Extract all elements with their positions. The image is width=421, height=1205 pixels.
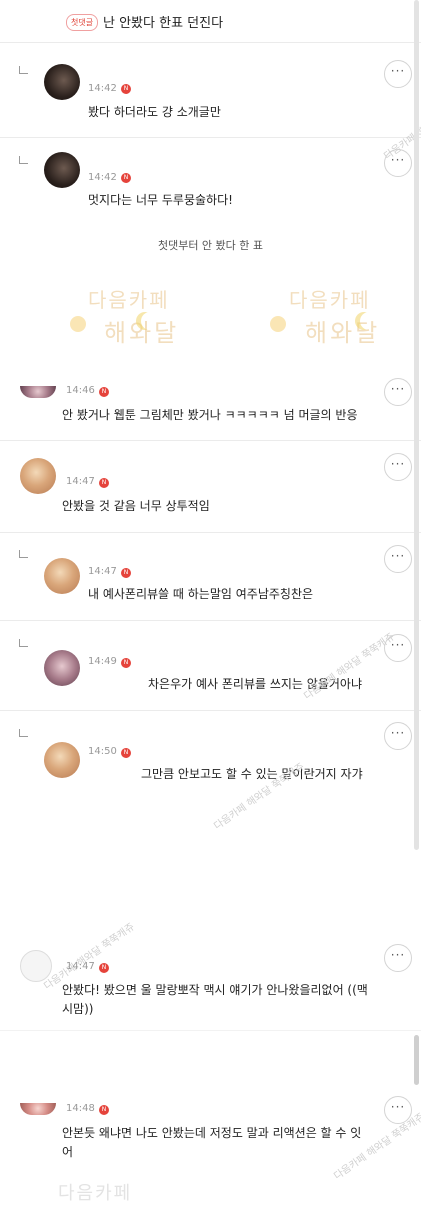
avatar[interactable] bbox=[44, 64, 80, 100]
scrollbar-thumb[interactable] bbox=[414, 1035, 419, 1085]
avatar[interactable] bbox=[44, 742, 80, 778]
comment-text: 봤다 하더라도 걍 소개글만 bbox=[88, 105, 221, 119]
comment-time: 14:47 bbox=[88, 566, 117, 577]
comment-time: 14:48 bbox=[66, 1103, 95, 1114]
new-badge: N bbox=[99, 478, 109, 488]
comment-time: 14:47 bbox=[66, 476, 95, 487]
comment-time: 14:46 bbox=[66, 385, 95, 396]
comment-time: 14:49 bbox=[88, 656, 117, 667]
avatar[interactable] bbox=[44, 152, 80, 188]
comment-text: 멋지다는 너무 두루뭉술하다! bbox=[88, 193, 233, 207]
moon-icon bbox=[360, 312, 378, 330]
new-badge: N bbox=[121, 658, 131, 668]
reply-arrow-icon bbox=[19, 729, 28, 737]
divider bbox=[0, 137, 421, 138]
image-caption: 첫댓부터 안 봤다 한 표 bbox=[157, 239, 264, 252]
new-badge: N bbox=[99, 1105, 109, 1115]
comment-text-line: 안봤다! 봤으면 울 말랑뽀작 맥시 얘기가 안나왔을리없어 ((맥 bbox=[62, 983, 368, 997]
reply-arrow-icon bbox=[19, 639, 28, 647]
more-options-button[interactable]: ··· bbox=[384, 944, 412, 972]
comment-header: 첫댓글 난 안봤다 한표 던진다 bbox=[0, 0, 421, 43]
avatar[interactable] bbox=[44, 558, 80, 594]
sun-icon bbox=[270, 316, 286, 332]
reply-arrow-icon bbox=[19, 550, 28, 558]
avatar[interactable] bbox=[20, 386, 56, 398]
comment-text: 내 예사폰리뷰쓸 때 하는말임 여주남주칭찬은 bbox=[88, 587, 314, 601]
watermark-logo: 다음카페 bbox=[58, 1183, 133, 1204]
comment-text-line: 어 bbox=[62, 1145, 74, 1159]
avatar[interactable] bbox=[20, 950, 52, 982]
new-badge: N bbox=[121, 568, 131, 578]
watermark-logo: 다음카페 해와달 bbox=[88, 288, 180, 347]
more-options-button[interactable]: ··· bbox=[384, 1096, 412, 1124]
comment-text-line: 안본듯 왜냐면 나도 안봤는데 저정도 말과 리액션은 할 수 잇 bbox=[62, 1126, 362, 1140]
more-options-button[interactable]: ··· bbox=[384, 722, 412, 750]
more-options-button[interactable]: ··· bbox=[384, 378, 412, 406]
more-options-button[interactable]: ··· bbox=[384, 453, 412, 481]
divider bbox=[0, 532, 421, 533]
more-options-button[interactable]: ··· bbox=[384, 60, 412, 88]
divider bbox=[0, 710, 421, 711]
avatar[interactable] bbox=[20, 1103, 56, 1115]
new-badge: N bbox=[121, 748, 131, 758]
sun-icon bbox=[70, 316, 86, 332]
comment-text: 그만큼 안보고도 할 수 있는 말이란거지 자갸 bbox=[141, 767, 363, 781]
divider bbox=[0, 1030, 421, 1031]
new-badge: N bbox=[99, 963, 109, 973]
parent-comment-text: 난 안봤다 한표 던진다 bbox=[103, 16, 224, 31]
moon-icon bbox=[141, 312, 159, 330]
new-badge: N bbox=[121, 173, 131, 183]
new-badge: N bbox=[99, 387, 109, 397]
new-badge: N bbox=[121, 84, 131, 94]
scrollbar-track[interactable] bbox=[414, 0, 419, 850]
divider bbox=[0, 620, 421, 621]
reply-arrow-icon bbox=[19, 156, 28, 164]
comment-text: 안봤을 것 같음 너무 상투적임 bbox=[62, 499, 210, 513]
first-comment-badge: 첫댓글 bbox=[66, 14, 99, 31]
comment-text: 안 봤거나 웹툰 그림체만 봤거나 ㅋㅋㅋㅋㅋ 넘 머글의 반응 bbox=[62, 408, 358, 422]
comment-text-line: 시맘)) bbox=[62, 1002, 94, 1016]
comment-time: 14:47 bbox=[66, 961, 95, 972]
comment-time: 14:42 bbox=[88, 172, 117, 183]
avatar[interactable] bbox=[44, 650, 80, 686]
comment-time: 14:42 bbox=[88, 83, 117, 94]
more-options-button[interactable]: ··· bbox=[384, 545, 412, 573]
reply-arrow-icon bbox=[19, 66, 28, 74]
comment-time: 14:50 bbox=[88, 746, 117, 757]
avatar[interactable] bbox=[20, 458, 56, 494]
divider bbox=[0, 440, 421, 441]
